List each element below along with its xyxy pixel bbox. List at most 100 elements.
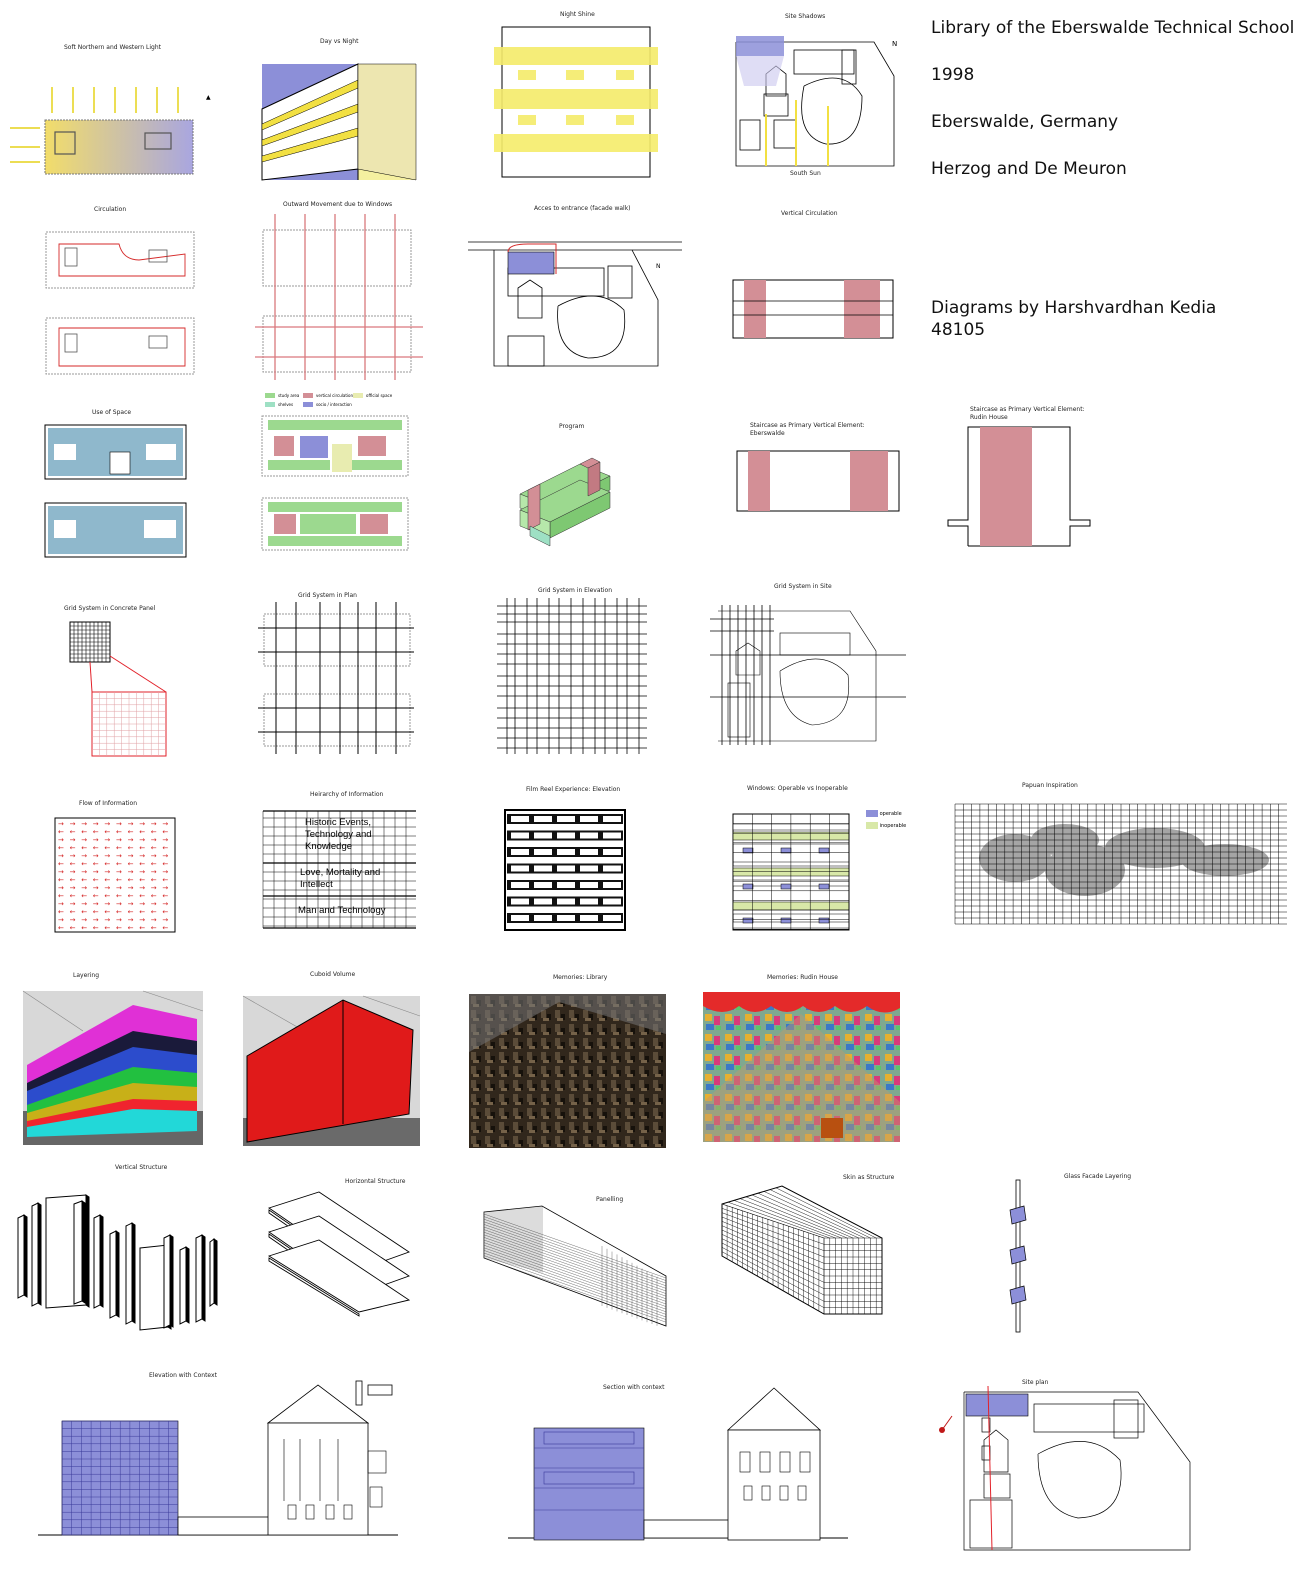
caption-grid-panel: Grid System in Concrete Panel [64,605,156,612]
caption-staircase-rudin-1: Staircase as Primary Vertical Element: [970,406,1085,413]
caption-access: Acces to entrance (facade walk) [534,205,631,212]
svg-text:←: ← [81,876,87,884]
svg-text:←: ← [128,892,134,900]
glass-facade-diagram [1009,1179,1027,1333]
caption-film-reel: Film Reel Experience: Elevation [526,786,621,793]
svg-text:←: ← [81,860,87,868]
legend-socio: socio / interaction [316,402,352,407]
staircase-eberswalde-diagram [736,450,900,512]
svg-text:←: ← [81,908,87,916]
section-context-diagram [508,1387,848,1541]
svg-text:←: ← [162,860,168,868]
svg-text:→: → [70,820,76,828]
caption-site-plan: Site plan [1022,1379,1049,1386]
svg-text:←: ← [93,908,99,916]
memories-rudin-collage [703,992,900,1142]
cuboid-collage [242,995,421,1146]
access-diagram: N [468,241,682,367]
svg-text:←: ← [116,828,122,836]
svg-text:→: → [151,884,157,892]
svg-text:←: ← [162,892,168,900]
day-night-diagram [261,63,417,181]
svg-text:→: → [81,916,87,924]
svg-text:←: ← [151,924,157,932]
svg-text:→: → [151,868,157,876]
site-shadows-diagram: N [735,36,897,167]
svg-text:←: ← [139,908,145,916]
svg-text:N: N [892,40,897,48]
svg-text:→: → [116,836,122,844]
site-plan-diagram [939,1385,1191,1551]
svg-text:→: → [162,868,168,876]
svg-text:←: ← [104,908,110,916]
svg-text:→: → [104,884,110,892]
svg-text:←: ← [151,908,157,916]
layering-collage [22,990,204,1145]
svg-text:←: ← [58,924,64,932]
svg-text:→: → [58,836,64,844]
svg-text:→: → [116,916,122,924]
svg-text:←: ← [139,860,145,868]
use-of-space-diagram [44,424,187,558]
svg-text:→: → [128,916,134,924]
project-year: 1998 [931,65,975,85]
project-location: Eberswalde, Germany [931,112,1119,132]
svg-text:→: → [128,836,134,844]
credit-line: Diagrams by Harshvardhan Kedia [931,298,1217,318]
svg-text:→: → [93,916,99,924]
caption-grid-site: Grid System in Site [774,583,832,590]
svg-text:←: ← [162,908,168,916]
svg-text:→: → [162,900,168,908]
svg-text:→: → [128,884,134,892]
caption-skin: Skin as Structure [843,1174,895,1181]
caption-staircase-rudin-2: Rudin House [970,414,1008,421]
legend-operable: operable [879,811,902,817]
svg-text:←: ← [93,844,99,852]
svg-text:→: → [81,852,87,860]
svg-text:→: → [162,820,168,828]
caption-vertical-circulation: Vertical Circulation [781,210,838,217]
svg-text:←: ← [58,828,64,836]
svg-text:→: → [81,884,87,892]
svg-text:←: ← [139,924,145,932]
caption-use-of-space: Use of Space [92,409,132,416]
svg-text:→: → [139,900,145,908]
svg-text:→: → [116,868,122,876]
hierarchy-label-3: Man and Technology [298,905,386,916]
svg-text:→: → [151,852,157,860]
hierarchy-label-2: Love, Mortality and Intellect [300,867,381,890]
grid-elevation-diagram [497,598,647,754]
caption-flow-info: Flow of Information [79,800,138,807]
svg-text:→: → [104,852,110,860]
elevation-context-diagram [38,1380,398,1536]
svg-text:←: ← [162,876,168,884]
svg-text:→: → [128,868,134,876]
svg-text:→: → [104,916,110,924]
caption-grid-elevation: Grid System in Elevation [538,587,613,594]
svg-text:←: ← [70,876,76,884]
svg-text:→: → [116,900,122,908]
svg-text:←: ← [58,844,64,852]
svg-text:→: → [151,820,157,828]
skin-structure-diagram [721,1185,883,1315]
legend-inoperable: inoperable [879,823,907,829]
hierarchy-label-1: Historic Events, Technology and Knowledg… [305,817,372,852]
svg-text:→: → [93,852,99,860]
legend-shelves: shelves [278,402,294,407]
caption-circulation: Circulation [94,206,127,213]
svg-text:←: ← [104,892,110,900]
legend-official: official space [366,393,393,398]
svg-text:←: ← [81,844,87,852]
caption-layering: Layering [73,972,100,979]
svg-text:←: ← [128,844,134,852]
svg-text:←: ← [81,892,87,900]
svg-text:←: ← [93,828,99,836]
svg-text:→: → [139,916,145,924]
vertical-circulation-diagram [732,279,894,339]
svg-text:→: → [58,916,64,924]
svg-text:←: ← [128,860,134,868]
svg-text:→: → [128,820,134,828]
night-shine-diagram [494,26,658,178]
caption-night-shine: Night Shine [560,11,595,18]
grid-site-diagram [710,605,906,745]
